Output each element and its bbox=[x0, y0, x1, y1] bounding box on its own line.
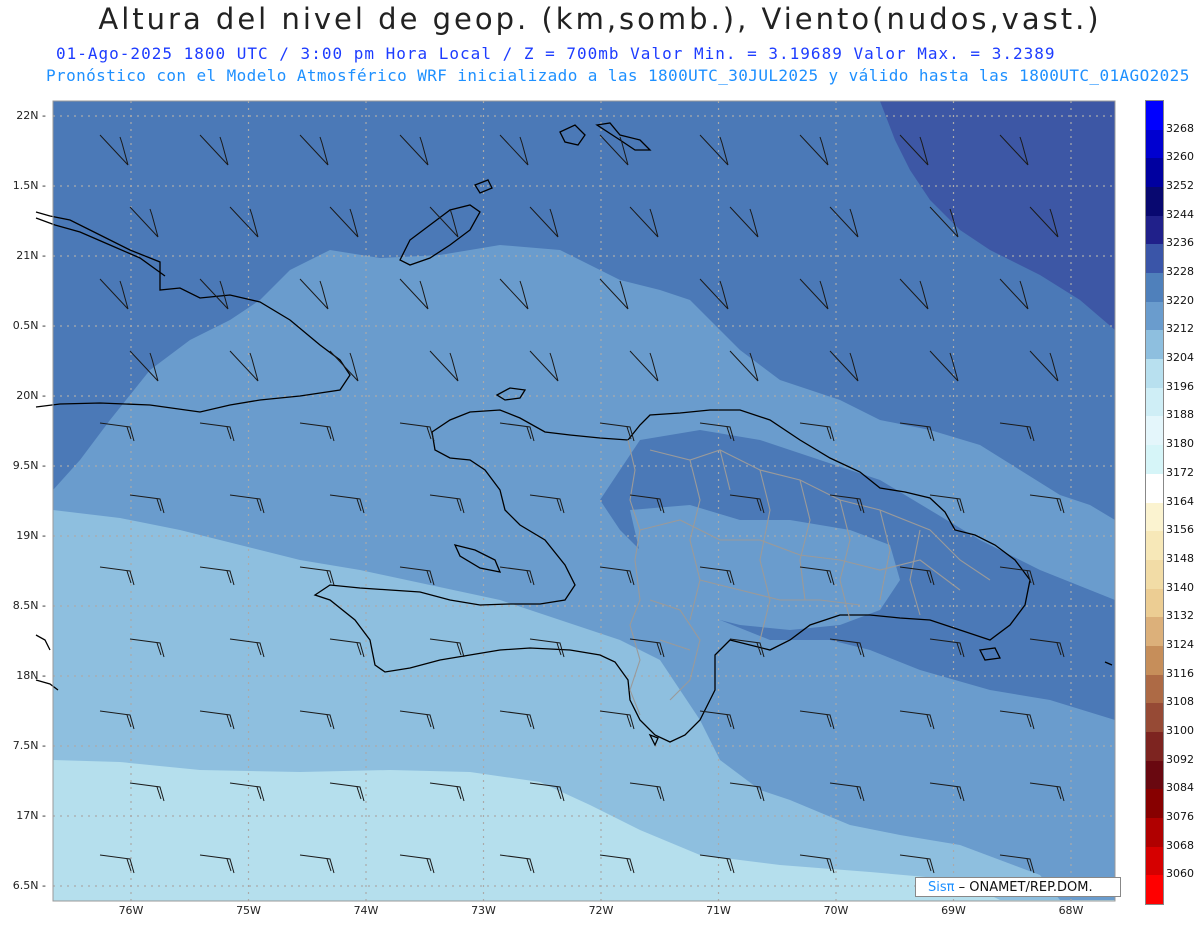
colorbar-segment bbox=[1146, 273, 1163, 303]
colorbar-segment bbox=[1146, 445, 1163, 475]
lon-label: 72W bbox=[588, 904, 614, 917]
lat-label: 9.5N - bbox=[12, 459, 46, 472]
colorbar-segment bbox=[1146, 674, 1163, 704]
colorbar-label: 3204 bbox=[1166, 351, 1194, 365]
colorbar-segment bbox=[1146, 473, 1163, 503]
colorbar-label: 3108 bbox=[1166, 695, 1194, 709]
lat-label: 1.5N - bbox=[12, 179, 46, 192]
colorbar-label: 3268 bbox=[1166, 121, 1194, 135]
colorbar-label: 3244 bbox=[1166, 207, 1194, 221]
colorbar-label: 3188 bbox=[1166, 408, 1194, 422]
colorbar-segment bbox=[1146, 301, 1163, 331]
colorbar-segment bbox=[1146, 187, 1163, 217]
colorbar-segment bbox=[1146, 817, 1163, 848]
lat-label: 17N - bbox=[16, 809, 46, 822]
lat-label: 19N - bbox=[16, 529, 46, 542]
colorbar-segment bbox=[1146, 359, 1163, 389]
colorbar-label: 3260 bbox=[1166, 150, 1194, 164]
lon-label: 69W bbox=[941, 904, 966, 917]
lat-label: 8.5N - bbox=[12, 599, 46, 612]
colorbar bbox=[1145, 100, 1164, 905]
colorbar-label: 3060 bbox=[1166, 867, 1194, 881]
lon-label: 68W bbox=[1058, 904, 1084, 917]
colorbar-segment bbox=[1146, 760, 1163, 790]
lat-label: 6.5N - bbox=[12, 879, 46, 892]
colorbar-segment bbox=[1146, 617, 1163, 647]
colorbar-label: 3212 bbox=[1166, 322, 1194, 336]
colorbar-label: 3076 bbox=[1166, 809, 1194, 823]
map-canvas bbox=[35, 100, 1116, 902]
lon-label: 76W bbox=[118, 904, 144, 917]
colorbar-label: 3140 bbox=[1166, 580, 1194, 594]
colorbar-segment bbox=[1146, 215, 1163, 245]
colorbar-segment bbox=[1146, 387, 1163, 417]
lon-label: 71W bbox=[706, 904, 731, 917]
lat-label: 22N - bbox=[16, 109, 46, 122]
lat-label: 7.5N - bbox=[12, 739, 46, 752]
lat-label: 20N - bbox=[16, 389, 46, 402]
colorbar-label: 3180 bbox=[1166, 437, 1194, 451]
brand-pi: π bbox=[946, 880, 955, 895]
colorbar-segment bbox=[1146, 129, 1163, 159]
colorbar-label: 3116 bbox=[1166, 666, 1194, 680]
lat-label: 0.5N - bbox=[12, 319, 46, 332]
colorbar-label: 3068 bbox=[1166, 838, 1194, 852]
lat-label: 18N - bbox=[16, 669, 46, 682]
colorbar-label: 3148 bbox=[1166, 551, 1194, 565]
lon-label: 74W bbox=[353, 904, 379, 917]
colorbar-label: 3124 bbox=[1166, 637, 1194, 651]
colorbar-label: 3252 bbox=[1166, 179, 1194, 193]
colorbar-segment bbox=[1146, 502, 1163, 532]
colorbar-segment bbox=[1146, 645, 1163, 676]
colorbar-segment bbox=[1146, 731, 1163, 762]
geopotential-fill bbox=[53, 101, 1115, 901]
colorbar-segment bbox=[1146, 789, 1163, 819]
colorbar-label: 3092 bbox=[1166, 752, 1194, 766]
colorbar-segment bbox=[1146, 531, 1163, 561]
lon-label: 75W bbox=[236, 904, 261, 917]
credit-box: Sisπ – ONAMET/REP.DOM. bbox=[915, 877, 1121, 897]
colorbar-label: 3228 bbox=[1166, 265, 1194, 279]
colorbar-segment bbox=[1146, 846, 1163, 876]
colorbar-label: 3100 bbox=[1166, 723, 1194, 737]
colorbar-segment bbox=[1146, 703, 1163, 733]
colorbar-segment bbox=[1146, 158, 1163, 188]
colorbar-segment bbox=[1146, 244, 1163, 274]
colorbar-label: 3196 bbox=[1166, 379, 1194, 393]
colorbar-segment bbox=[1146, 875, 1163, 905]
colorbar-label: 3172 bbox=[1166, 465, 1194, 479]
colorbar-label: 3220 bbox=[1166, 293, 1194, 307]
colorbar-segment bbox=[1146, 330, 1163, 360]
lon-label: 73W bbox=[471, 904, 496, 917]
colorbar-label: 3236 bbox=[1166, 236, 1194, 250]
lat-label: 21N - bbox=[16, 249, 46, 262]
colorbar-label: 3164 bbox=[1166, 494, 1194, 508]
colorbar-segment bbox=[1146, 588, 1163, 618]
brand-prefix: Sis bbox=[928, 880, 947, 895]
lon-label: 70W bbox=[823, 904, 849, 917]
colorbar-label: 3084 bbox=[1166, 781, 1194, 795]
brand-suffix: – ONAMET/REP.DOM. bbox=[958, 880, 1093, 895]
colorbar-segment bbox=[1146, 416, 1163, 446]
colorbar-segment bbox=[1146, 559, 1163, 590]
colorbar-label: 3156 bbox=[1166, 523, 1194, 537]
colorbar-segment bbox=[1146, 101, 1163, 131]
colorbar-label: 3132 bbox=[1166, 609, 1194, 623]
